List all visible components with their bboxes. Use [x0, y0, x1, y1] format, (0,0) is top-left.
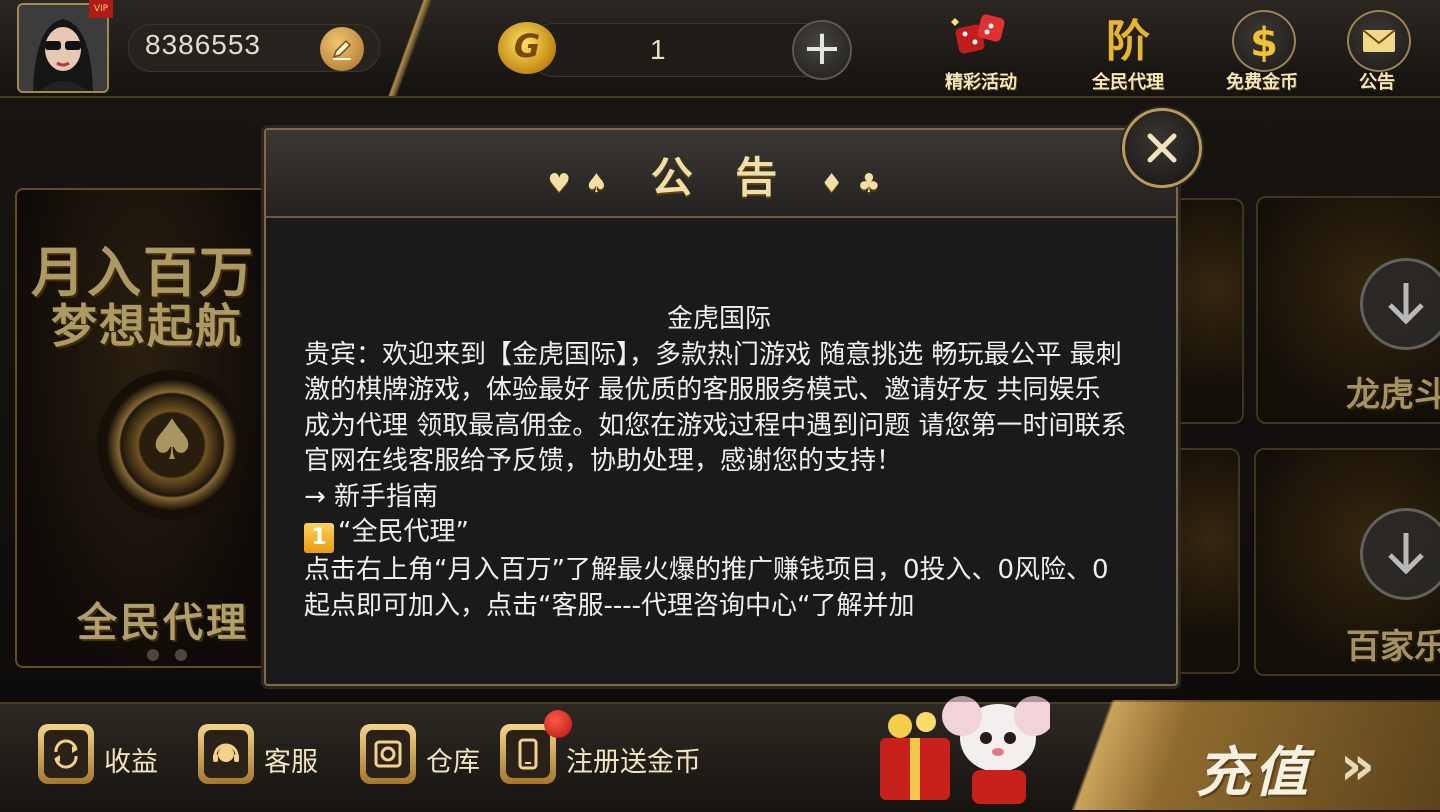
plus-icon: +	[801, 20, 843, 76]
add-coins-button[interactable]: +	[792, 20, 852, 80]
card-suits-left-icon: ♥♠	[547, 169, 623, 199]
guide-item-title-row: 1 “全民代理”	[304, 515, 1134, 553]
free-coins-button[interactable]: $ 免费金币	[1207, 6, 1317, 93]
double-chevron-right-icon: »	[1340, 734, 1375, 797]
agent-icon: 阶	[1098, 10, 1158, 68]
notification-dot	[544, 710, 572, 738]
close-dialog-button[interactable]	[1122, 108, 1202, 188]
customer-service-label: 客服	[264, 747, 318, 778]
phone-icon	[518, 738, 538, 770]
card-suits-right-icon: ♦♣	[819, 169, 895, 199]
warehouse-label: 仓库	[426, 747, 480, 778]
announcement-paragraph: 贵宾：欢迎来到【金虎国际】，多款热门游戏 随意挑选 畅玩最公平 最刺激的棋牌游戏…	[304, 339, 1127, 477]
register-bonus-label: 注册送金币	[566, 747, 701, 778]
headset-icon	[213, 743, 239, 762]
free-coins-label: 免费金币	[1226, 72, 1298, 93]
dialog-title-row: ♥♠ 公 告 ♦♣	[266, 144, 1176, 205]
guide-item-text: 点击右上角“月入百万”了解最火爆的推广赚钱项目，0投入、0风险、0起点即可加入，…	[304, 555, 1109, 621]
free-coin-icon: $	[1232, 10, 1296, 72]
dialog-header: ♥♠ 公 告 ♦♣	[266, 130, 1176, 218]
svg-text:阶: 阶	[1106, 16, 1150, 67]
dice-icon	[951, 10, 1011, 68]
announcement-paragraph: → 新手指南	[304, 481, 439, 512]
decorative-divider	[380, 0, 440, 96]
earnings-label: 收益	[104, 747, 158, 778]
mail-icon	[1347, 10, 1411, 72]
announcement-heading: 金虎国际	[666, 304, 771, 334]
user-id: 8386553	[145, 29, 262, 60]
safe-icon	[374, 740, 402, 768]
mascot-mouse-icon	[880, 686, 1054, 806]
notice-label: 公告	[1359, 72, 1395, 93]
announcement-content[interactable]: 金虎国际 贵宾：欢迎来到【金虎国际】，多款热门游戏 随意挑选 畅玩最公平 最刺激…	[304, 302, 1134, 648]
events-button[interactable]: 精彩活动	[926, 6, 1036, 93]
close-icon	[1147, 133, 1177, 163]
coin-balance: 1	[650, 34, 666, 65]
guide-item-title: “全民代理”	[338, 517, 469, 547]
gold-coin-icon: G	[498, 22, 556, 74]
announcement-dialog: ♥♠ 公 告 ♦♣ 金虎国际 贵宾：欢迎来到【金虎国际】，多款热门游戏 随意挑选…	[264, 128, 1178, 686]
pencil-icon	[332, 39, 352, 60]
vip-badge: VIP	[89, 0, 113, 18]
edit-profile-button[interactable]	[320, 27, 364, 71]
events-label: 精彩活动	[945, 72, 1017, 93]
recharge-label: 充值	[1196, 741, 1312, 804]
number-badge: 1	[304, 523, 334, 553]
svg-text:$: $	[1250, 20, 1278, 66]
agent-label: 全民代理	[1092, 72, 1164, 93]
refresh-icon	[54, 739, 78, 769]
dialog-title: 公 告	[650, 153, 792, 202]
notice-button[interactable]: 公告	[1322, 6, 1432, 93]
agent-button[interactable]: 阶 全民代理	[1073, 6, 1183, 93]
